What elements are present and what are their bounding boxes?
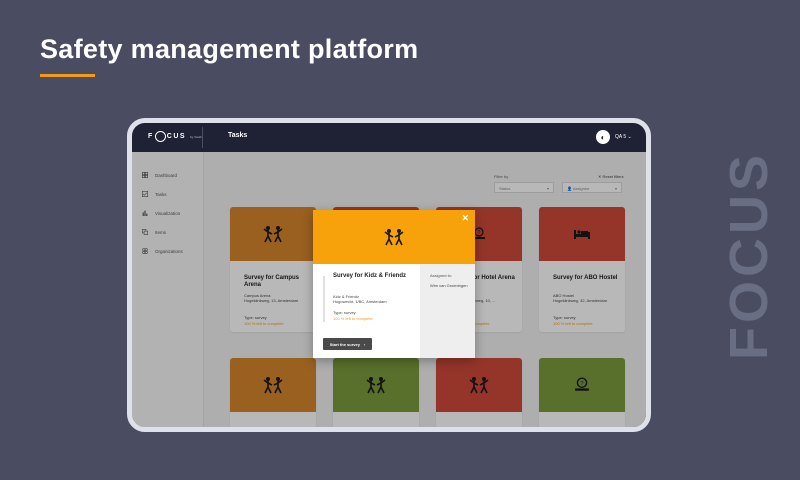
logo-letter: F <box>148 133 154 140</box>
task-modal: ✕ Survey for Kidz & Friendz Kidz & Frien… <box>313 210 475 358</box>
people-icon <box>384 229 404 246</box>
modal-progress: 100 % left to complete <box>333 316 373 321</box>
user-menu[interactable]: QA 5 ⌄ <box>615 134 632 140</box>
assigned-name: Wim van Groeningen <box>430 283 468 288</box>
hero-underline <box>40 74 95 77</box>
logo-sub: by Vouth <box>190 134 202 139</box>
modal-header: ✕ <box>313 210 475 264</box>
page-title: Tasks <box>228 132 248 139</box>
modal-address-street: Hugowecht, 1/BC, Amsterdam <box>333 299 387 304</box>
modal-type: Type: survey <box>333 310 356 315</box>
device-frame: F CUS by Vouth Tasks ◐ QA 5 ⌄ Dashboard … <box>127 118 651 432</box>
start-survey-button[interactable]: Start the survey › <box>323 338 372 350</box>
modal-address: Kidz & Friendz Hugowecht, 1/BC, Amsterda… <box>333 294 415 304</box>
modal-title: Survey for Kidz & Friendz <box>333 273 407 279</box>
app-logo[interactable]: F CUS by Vouth <box>148 131 202 142</box>
modal-accent-bar <box>323 276 325 322</box>
topbar-divider <box>202 127 203 148</box>
logo-text: CUS <box>166 133 187 140</box>
hero-title: Safety management platform <box>40 34 419 64</box>
side-brand: FOCUS <box>719 151 779 360</box>
logo-ring-icon <box>154 131 166 142</box>
top-bar: F CUS by Vouth Tasks ◐ QA 5 ⌄ <box>132 123 646 152</box>
chevron-right-icon: › <box>363 341 366 347</box>
app-screen: F CUS by Vouth Tasks ◐ QA 5 ⌄ Dashboard … <box>132 123 646 427</box>
start-survey-label: Start the survey <box>329 341 360 347</box>
user-avatar[interactable]: ◐ <box>596 130 610 144</box>
modal-assignee-panel <box>420 264 475 358</box>
assigned-label: Assigned to: <box>430 273 453 278</box>
close-icon[interactable]: ✕ <box>461 213 469 224</box>
